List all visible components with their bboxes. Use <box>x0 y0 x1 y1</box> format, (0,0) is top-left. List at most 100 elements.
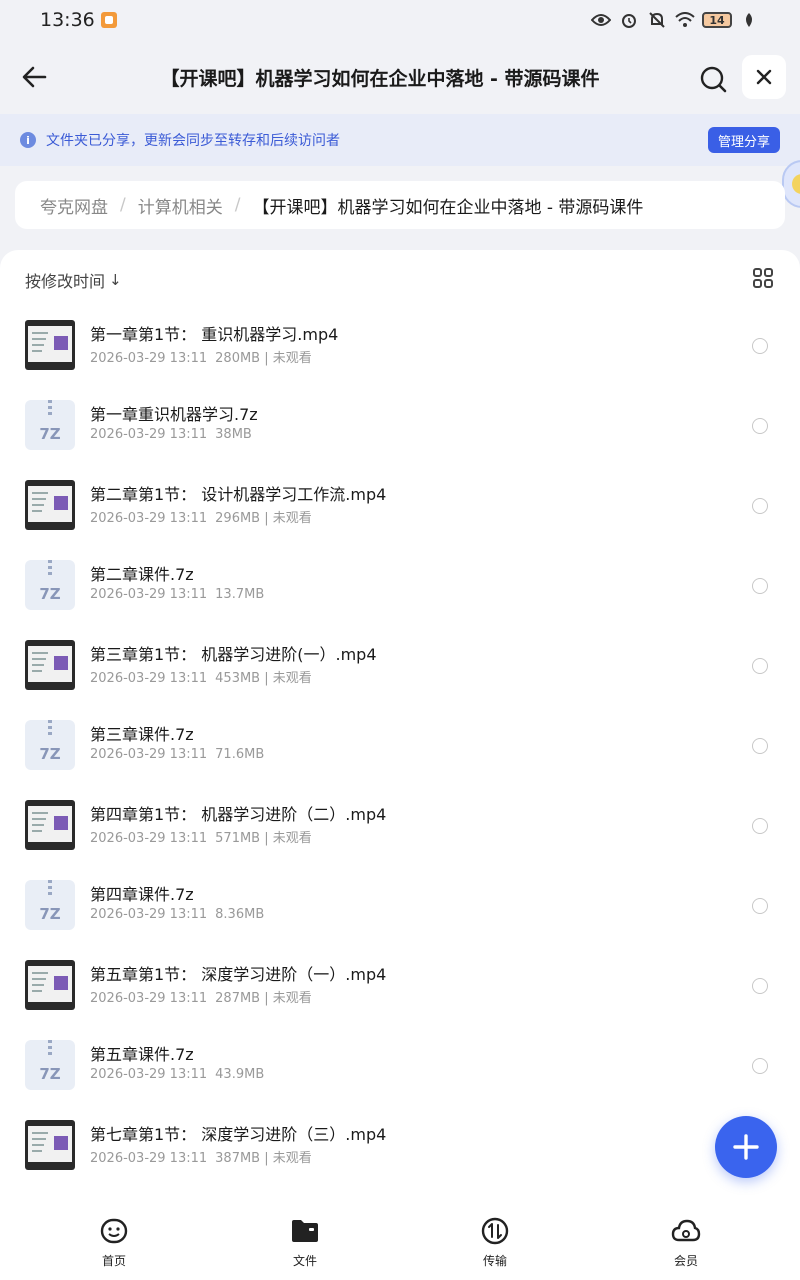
breadcrumb-item-category[interactable]: 计算机相关 <box>138 193 223 218</box>
file-name: 第四章课件.7z <box>90 885 194 904</box>
file-row[interactable]: 第五章第1节： 深度学习进阶（一）.mp4 2026-03-29 13:11 287… <box>0 941 800 1021</box>
file-meta: 2026-03-29 13:11 43.9MB <box>90 1067 264 1082</box>
breadcrumb-item-root[interactable]: 夸克网盘 <box>40 193 108 218</box>
video-thumbnail <box>25 1120 75 1170</box>
tab-files[interactable]: 文件 <box>265 1216 345 1269</box>
select-radio[interactable] <box>752 498 768 514</box>
file-date: 2026-03-29 13:11 <box>90 747 208 762</box>
zip-file-icon: 7Z <box>25 400 75 450</box>
status-time: 13:36 <box>40 9 95 31</box>
close-icon <box>756 69 772 85</box>
watch-status: 未观看 <box>272 511 312 526</box>
file-name: 第三章第1节： 机器学习进阶(一）.mp4 <box>90 645 377 664</box>
add-button[interactable] <box>715 1116 777 1178</box>
sort-button[interactable]: 按修改时间 ↓ <box>25 268 122 292</box>
zip-file-icon: 7Z <box>25 560 75 610</box>
file-row[interactable]: 7Z 第二章课件.7z 2026-03-29 13:11 13.7MB <box>0 541 800 621</box>
file-name: 第七章第1节： 深度学习进阶（三）.mp4 <box>90 1125 387 1144</box>
file-size: 287MB <box>215 991 261 1006</box>
watch-status: 未观看 <box>272 351 312 366</box>
file-date: 2026-03-29 13:11 <box>90 991 208 1006</box>
select-radio[interactable] <box>752 578 768 594</box>
arrow-left-icon <box>22 66 47 88</box>
page-title: 【开课吧】机器学习如何在企业中落地 - 带源码课件 <box>160 68 600 90</box>
file-meta: 2026-03-29 13:11 8.36MB <box>90 907 264 922</box>
file-date: 2026-03-29 13:11 <box>90 511 208 526</box>
watch-status: 未观看 <box>272 991 312 1006</box>
zip-file-label: 7Z <box>39 905 61 923</box>
file-row[interactable]: 7Z 第一章重识机器学习.7z 2026-03-29 13:11 38MB <box>0 381 800 461</box>
zip-file-icon: 7Z <box>25 1040 75 1090</box>
select-radio[interactable] <box>752 338 768 354</box>
file-date: 2026-03-29 13:11 <box>90 587 208 602</box>
select-radio[interactable] <box>752 418 768 434</box>
file-row[interactable]: 第三章第1节： 机器学习进阶(一）.mp4 2026-03-29 13:11 453… <box>0 621 800 701</box>
breadcrumb-separator: / <box>234 195 241 215</box>
meta-separator: | <box>260 991 273 1006</box>
video-thumbnail <box>25 320 75 370</box>
file-date: 2026-03-29 13:11 <box>90 671 208 686</box>
file-meta: 2026-03-29 13:11 571MB | 未观看 <box>90 827 312 846</box>
file-row[interactable]: 7Z 第四章课件.7z 2026-03-29 13:11 8.36MB <box>0 861 800 941</box>
select-radio[interactable] <box>752 1058 768 1074</box>
file-list: 第一章第1节： 重识机器学习.mp4 2026-03-29 13:11 280MB … <box>0 301 800 1181</box>
file-name: 第五章课件.7z <box>90 1045 194 1064</box>
share-notice-text: 文件夹已分享，更新会同步至转存和后续访问者 <box>46 133 340 149</box>
file-row[interactable]: 第七章第1节： 深度学习进阶（三）.mp4 2026-03-29 13:11 387… <box>0 1101 800 1181</box>
sort-label: 按修改时间 <box>25 272 106 291</box>
file-row[interactable]: 第二章第1节： 设计机器学习工作流.mp4 2026-03-29 13:11 296… <box>0 461 800 541</box>
share-notice-bar: i 文件夹已分享，更新会同步至转存和后续访问者 管理分享 <box>0 114 800 166</box>
status-bar: 13:36 14 <box>0 0 800 40</box>
close-button[interactable] <box>742 55 786 99</box>
meta-separator: | <box>260 831 273 846</box>
file-size: 387MB <box>215 1151 261 1166</box>
file-date: 2026-03-29 13:11 <box>90 1067 208 1082</box>
select-radio[interactable] <box>752 898 768 914</box>
select-radio[interactable] <box>752 978 768 994</box>
back-button[interactable] <box>20 62 50 92</box>
home-smile-icon <box>100 1218 128 1244</box>
sort-arrow-down-icon: ↓ <box>109 271 122 289</box>
tab-transfer[interactable]: 传输 <box>455 1216 535 1269</box>
search-icon <box>700 66 727 93</box>
alarm-icon <box>618 10 640 30</box>
cloud-member-icon <box>671 1219 701 1242</box>
file-row[interactable]: 第一章第1节： 重识机器学习.mp4 2026-03-29 13:11 280MB … <box>0 301 800 381</box>
file-size: 8.36MB <box>215 907 265 922</box>
file-name: 第一章第1节： 重识机器学习.mp4 <box>90 325 339 344</box>
file-row[interactable]: 7Z 第三章课件.7z 2026-03-29 13:11 71.6MB <box>0 701 800 781</box>
select-radio[interactable] <box>752 818 768 834</box>
tab-home[interactable]: 首页 <box>74 1216 154 1269</box>
zip-file-label: 7Z <box>39 585 61 603</box>
file-name: 第二章第1节： 设计机器学习工作流.mp4 <box>90 485 387 504</box>
tab-files-label: 文件 <box>292 1254 317 1268</box>
manage-share-button[interactable]: 管理分享 <box>707 127 780 153</box>
file-meta: 2026-03-29 13:11 38MB <box>90 427 252 442</box>
grid-view-toggle-icon[interactable] <box>753 268 773 288</box>
select-radio[interactable] <box>752 738 768 754</box>
file-row[interactable]: 第四章第1节： 机器学习进阶（二）.mp4 2026-03-29 13:11 571… <box>0 781 800 861</box>
mute-icon <box>646 10 668 30</box>
zip-file-label: 7Z <box>39 425 61 443</box>
zip-file-icon: 7Z <box>25 720 75 770</box>
file-size: 571MB <box>215 831 261 846</box>
file-meta: 2026-03-29 13:11 71.6MB <box>90 747 264 762</box>
leaf-icon <box>738 10 760 30</box>
top-header: 【开课吧】机器学习如何在企业中落地 - 带源码课件 <box>0 40 800 114</box>
tab-member[interactable]: 会员 <box>646 1216 726 1269</box>
file-meta: 2026-03-29 13:11 453MB | 未观看 <box>90 667 312 686</box>
file-size: 43.9MB <box>215 1067 265 1082</box>
meta-separator: | <box>260 671 273 686</box>
tab-member-label: 会员 <box>673 1254 698 1268</box>
file-row[interactable]: 7Z 第五章课件.7z 2026-03-29 13:11 43.9MB <box>0 1021 800 1101</box>
breadcrumb-separator: / <box>120 195 126 215</box>
tab-home-label: 首页 <box>101 1254 126 1268</box>
meta-separator: | <box>260 351 273 366</box>
file-meta: 2026-03-29 13:11 296MB | 未观看 <box>90 507 312 526</box>
file-name: 第四章第1节： 机器学习进阶（二）.mp4 <box>90 805 387 824</box>
tab-transfer-label: 传输 <box>482 1254 507 1268</box>
file-name: 第五章第1节： 深度学习进阶（一）.mp4 <box>90 965 387 984</box>
search-button[interactable] <box>698 64 728 94</box>
file-date: 2026-03-29 13:11 <box>90 427 208 442</box>
select-radio[interactable] <box>752 658 768 674</box>
